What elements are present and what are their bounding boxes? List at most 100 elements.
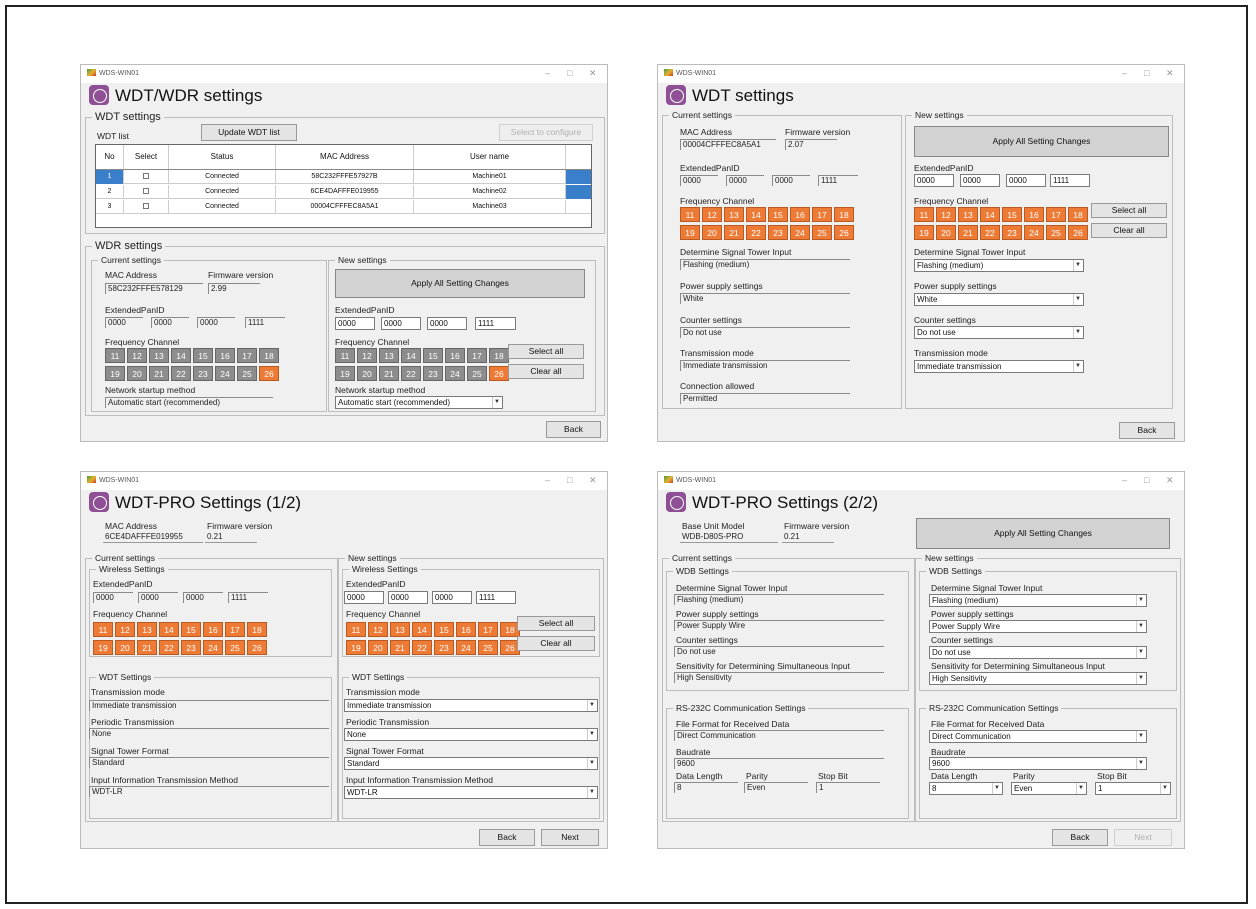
pan-id-input[interactable]: 0000 xyxy=(1006,174,1046,187)
channel-14[interactable]: 14 xyxy=(412,622,432,637)
maximize-icon[interactable]: □ xyxy=(567,68,572,78)
channel-19[interactable]: 19 xyxy=(914,225,934,240)
row-edit-cell[interactable] xyxy=(566,170,591,184)
channel-13[interactable]: 13 xyxy=(379,348,399,363)
back-button[interactable]: Back xyxy=(1119,422,1175,439)
frequency-channel-grid[interactable]: 11 12 13 14 15 16 17 18 19 20 21 22 23 24 25 26 xyxy=(914,207,1088,240)
channel-18[interactable]: 18 xyxy=(1068,207,1088,222)
transmission-mode-select[interactable]: Immediate transmission ▼ xyxy=(344,699,598,712)
parity-select[interactable]: Even ▼ xyxy=(1011,782,1087,795)
pan-id-input[interactable]: 1111 xyxy=(475,317,516,330)
counter-settings-select[interactable]: Do not use ▼ xyxy=(914,326,1084,339)
power-supply-select[interactable]: White ▼ xyxy=(914,293,1084,306)
close-icon[interactable]: ✕ xyxy=(1166,68,1174,79)
channel-20[interactable]: 20 xyxy=(936,225,956,240)
pan-id-input[interactable]: 0000 xyxy=(381,317,421,330)
channel-18[interactable]: 18 xyxy=(489,348,509,363)
back-button[interactable]: Back xyxy=(479,829,535,846)
channel-25[interactable]: 25 xyxy=(478,640,498,655)
table-row[interactable]: 2 Connected 6CE4DAFFFE019955 Machine02 xyxy=(96,185,591,199)
channel-20[interactable]: 20 xyxy=(368,640,388,655)
channel-16[interactable]: 16 xyxy=(456,622,476,637)
close-icon[interactable]: ✕ xyxy=(589,475,597,486)
channel-11[interactable]: 11 xyxy=(346,622,366,637)
channel-20[interactable]: 20 xyxy=(357,366,377,381)
row-select[interactable] xyxy=(124,200,169,214)
maximize-icon[interactable]: □ xyxy=(1144,68,1149,78)
channel-19[interactable]: 19 xyxy=(346,640,366,655)
select-all-button[interactable]: Select all xyxy=(508,344,584,359)
channel-14[interactable]: 14 xyxy=(980,207,1000,222)
power-supply-select[interactable]: Power Supply Wire ▼ xyxy=(929,620,1147,633)
channel-13[interactable]: 13 xyxy=(390,622,410,637)
channel-13[interactable]: 13 xyxy=(958,207,978,222)
select-checkbox[interactable] xyxy=(143,203,149,210)
back-button[interactable]: Back xyxy=(1052,829,1108,846)
minimize-icon[interactable]: – xyxy=(545,68,550,78)
select-checkbox[interactable] xyxy=(143,173,149,180)
frequency-channel-grid[interactable]: 11 12 13 14 15 16 17 18 19 20 21 22 23 24 25 26 xyxy=(346,622,520,655)
signal-tower-input-select[interactable]: Flashing (medium) ▼ xyxy=(929,594,1147,607)
minimize-icon[interactable]: – xyxy=(1122,475,1127,485)
channel-17[interactable]: 17 xyxy=(467,348,487,363)
clear-all-button[interactable]: Clear all xyxy=(508,364,584,379)
clear-all-button[interactable]: Clear all xyxy=(1091,223,1167,238)
minimize-icon[interactable]: – xyxy=(1122,68,1127,78)
periodic-transmission-select[interactable]: None ▼ xyxy=(344,728,598,741)
channel-12[interactable]: 12 xyxy=(936,207,956,222)
pan-id-input[interactable]: 0000 xyxy=(388,591,428,604)
channel-16[interactable]: 16 xyxy=(445,348,465,363)
maximize-icon[interactable]: □ xyxy=(567,475,572,485)
channel-11[interactable]: 11 xyxy=(335,348,355,363)
channel-24[interactable]: 24 xyxy=(445,366,465,381)
close-icon[interactable]: ✕ xyxy=(589,68,597,79)
pan-id-input[interactable]: 1111 xyxy=(476,591,516,604)
channel-11[interactable]: 11 xyxy=(914,207,934,222)
select-checkbox[interactable] xyxy=(143,188,149,195)
transmission-mode-select[interactable]: Immediate transmission ▼ xyxy=(914,360,1084,373)
network-startup-select[interactable]: Automatic start (recommended) ▼ xyxy=(335,396,503,409)
channel-17[interactable]: 17 xyxy=(1046,207,1066,222)
sensitivity-select[interactable]: High Sensitivity ▼ xyxy=(929,672,1147,685)
channel-26[interactable]: 26 xyxy=(1068,225,1088,240)
channel-12[interactable]: 12 xyxy=(368,622,388,637)
pan-id-input[interactable]: 0000 xyxy=(960,174,1000,187)
channel-26[interactable]: 26 xyxy=(489,366,509,381)
next-button[interactable]: Next xyxy=(541,829,599,846)
channel-15[interactable]: 15 xyxy=(434,622,454,637)
apply-all-button[interactable]: Apply All Setting Changes xyxy=(335,269,585,298)
minimize-icon[interactable]: – xyxy=(545,475,550,485)
select-to-configure-button[interactable]: Select to configure xyxy=(499,124,593,141)
pan-id-input[interactable]: 0000 xyxy=(432,591,472,604)
next-button[interactable]: Next xyxy=(1114,829,1172,846)
channel-12[interactable]: 12 xyxy=(357,348,377,363)
apply-all-button[interactable]: Apply All Setting Changes xyxy=(916,518,1170,549)
row-select[interactable] xyxy=(124,185,169,199)
data-length-select[interactable]: 8 ▼ xyxy=(929,782,1003,795)
channel-23[interactable]: 23 xyxy=(423,366,443,381)
table-row[interactable]: 1 Connected 58C232FFFE57927B Machine01 xyxy=(96,170,591,184)
signal-tower-format-select[interactable]: Standard ▼ xyxy=(344,757,598,770)
row-edit-cell[interactable] xyxy=(566,185,591,199)
channel-15[interactable]: 15 xyxy=(423,348,443,363)
stop-bit-select[interactable]: 1 ▼ xyxy=(1095,782,1171,795)
channel-22[interactable]: 22 xyxy=(412,640,432,655)
select-all-button[interactable]: Select all xyxy=(517,616,595,631)
channel-17[interactable]: 17 xyxy=(478,622,498,637)
maximize-icon[interactable]: □ xyxy=(1144,475,1149,485)
pan-id-input[interactable]: 0000 xyxy=(344,591,384,604)
channel-15[interactable]: 15 xyxy=(1002,207,1022,222)
back-button[interactable]: Back xyxy=(546,421,601,438)
channel-23[interactable]: 23 xyxy=(1002,225,1022,240)
table-row[interactable]: 3 Connected 00004CFFFEC8A5A1 Machine03 xyxy=(96,200,591,214)
channel-21[interactable]: 21 xyxy=(390,640,410,655)
channel-14[interactable]: 14 xyxy=(401,348,421,363)
counter-settings-select[interactable]: Do not use ▼ xyxy=(929,646,1147,659)
pan-id-input[interactable]: 0000 xyxy=(335,317,375,330)
signal-tower-input-select[interactable]: Flashing (medium) ▼ xyxy=(914,259,1084,272)
apply-all-button[interactable]: Apply All Setting Changes xyxy=(914,126,1169,157)
channel-25[interactable]: 25 xyxy=(467,366,487,381)
channel-25[interactable]: 25 xyxy=(1046,225,1066,240)
channel-21[interactable]: 21 xyxy=(379,366,399,381)
file-format-select[interactable]: Direct Communication ▼ xyxy=(929,730,1147,743)
